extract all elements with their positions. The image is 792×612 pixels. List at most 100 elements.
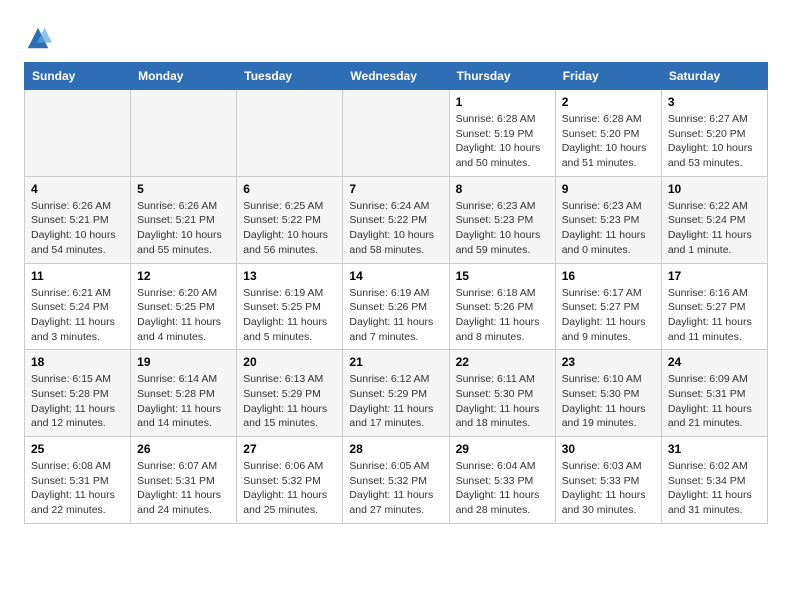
calendar-cell [131, 90, 237, 177]
calendar-cell: 20Sunrise: 6:13 AMSunset: 5:29 PMDayligh… [237, 350, 343, 437]
calendar-cell: 29 Sunrise: 6:04 AMSunset: 5:33 PMDayligh… [449, 437, 555, 524]
header-saturday: Saturday [661, 63, 767, 90]
day-number: 6 [243, 182, 336, 196]
day-info: Sunrise: 6:23 AMSunset: 5:23 PMDaylight:… [562, 199, 655, 258]
calendar-cell: 9 Sunrise: 6:23 AMSunset: 5:23 PMDaylight… [555, 176, 661, 263]
day-info: Sunrise: 6:03 AMSunset: 5:33 PMDaylight:… [562, 459, 655, 518]
day-number: 21 [349, 355, 442, 369]
calendar-cell: 2 Sunrise: 6:28 AMSunset: 5:20 PMDaylight… [555, 90, 661, 177]
calendar-cell: 14 Sunrise: 6:19 AMSunset: 5:26 PMDayligh… [343, 263, 449, 350]
day-info: Sunrise: 6:17 AMSunset: 5:27 PMDaylight:… [562, 286, 655, 345]
day-number: 12 [137, 269, 230, 283]
day-number: 5 [137, 182, 230, 196]
calendar-cell: 18 Sunrise: 6:15 AMSunset: 5:28 PMDayligh… [25, 350, 131, 437]
calendar-cell: 3 Sunrise: 6:27 AMSunset: 5:20 PMDaylight… [661, 90, 767, 177]
calendar-cell: 17Sunrise: 6:16 AMSunset: 5:27 PMDayligh… [661, 263, 767, 350]
day-info: Sunrise: 6:06 AMSunset: 5:32 PMDaylight:… [243, 459, 336, 518]
header-sunday: Sunday [25, 63, 131, 90]
header-thursday: Thursday [449, 63, 555, 90]
calendar-cell: 19 Sunrise: 6:14 AMSunset: 5:28 PMDayligh… [131, 350, 237, 437]
day-info: Sunrise: 6:08 AMSunset: 5:31 PMDaylight:… [31, 459, 124, 518]
day-number: 8 [456, 182, 549, 196]
day-number: 10 [668, 182, 761, 196]
day-number: 27 [243, 442, 336, 456]
calendar-cell: 16 Sunrise: 6:17 AMSunset: 5:27 PMDayligh… [555, 263, 661, 350]
day-info: Sunrise: 6:09 AMSunset: 5:31 PMDaylight:… [668, 372, 761, 431]
day-number: 7 [349, 182, 442, 196]
day-number: 24 [668, 355, 761, 369]
day-info: Sunrise: 6:22 AMSunset: 5:24 PMDaylight:… [668, 199, 761, 258]
calendar-cell: 25 Sunrise: 6:08 AMSunset: 5:31 PMDayligh… [25, 437, 131, 524]
day-info: Sunrise: 6:18 AMSunset: 5:26 PMDaylight:… [456, 286, 549, 345]
calendar-cell [237, 90, 343, 177]
header-tuesday: Tuesday [237, 63, 343, 90]
calendar-cell: 15 Sunrise: 6:18 AMSunset: 5:26 PMDayligh… [449, 263, 555, 350]
calendar-cell: 10 Sunrise: 6:22 AMSunset: 5:24 PMDayligh… [661, 176, 767, 263]
day-number: 16 [562, 269, 655, 283]
day-info: Sunrise: 6:14 AMSunset: 5:28 PMDaylight:… [137, 372, 230, 431]
day-info: Sunrise: 6:28 AMSunset: 5:20 PMDaylight:… [562, 112, 655, 171]
day-number: 31 [668, 442, 761, 456]
day-number: 23 [562, 355, 655, 369]
calendar-cell: 5Sunrise: 6:26 AMSunset: 5:21 PMDaylight… [131, 176, 237, 263]
header-wednesday: Wednesday [343, 63, 449, 90]
calendar-cell: 8Sunrise: 6:23 AMSunset: 5:23 PMDaylight… [449, 176, 555, 263]
calendar-body: 1 Sunrise: 6:28 AMSunset: 5:19 PMDaylight… [25, 90, 768, 524]
calendar-week-3: 18 Sunrise: 6:15 AMSunset: 5:28 PMDayligh… [25, 350, 768, 437]
calendar-cell: 26 Sunrise: 6:07 AMSunset: 5:31 PMDayligh… [131, 437, 237, 524]
day-info: Sunrise: 6:04 AMSunset: 5:33 PMDaylight:… [456, 459, 549, 518]
day-number: 4 [31, 182, 124, 196]
day-number: 19 [137, 355, 230, 369]
day-number: 14 [349, 269, 442, 283]
day-number: 9 [562, 182, 655, 196]
day-info: Sunrise: 6:24 AMSunset: 5:22 PMDaylight:… [349, 199, 442, 258]
day-number: 29 [456, 442, 549, 456]
logo-icon [24, 24, 52, 52]
calendar-cell: 22Sunrise: 6:11 AMSunset: 5:30 PMDayligh… [449, 350, 555, 437]
day-number: 17 [668, 269, 761, 283]
calendar-header: SundayMondayTuesdayWednesdayThursdayFrid… [25, 63, 768, 90]
calendar-cell: 24 Sunrise: 6:09 AMSunset: 5:31 PMDayligh… [661, 350, 767, 437]
calendar-week-1: 4 Sunrise: 6:26 AMSunset: 5:21 PMDaylight… [25, 176, 768, 263]
day-info: Sunrise: 6:28 AMSunset: 5:19 PMDaylight:… [456, 112, 549, 171]
day-number: 30 [562, 442, 655, 456]
day-info: Sunrise: 6:07 AMSunset: 5:31 PMDaylight:… [137, 459, 230, 518]
day-number: 1 [456, 95, 549, 109]
calendar-cell: 13Sunrise: 6:19 AMSunset: 5:25 PMDayligh… [237, 263, 343, 350]
calendar-cell: 30 Sunrise: 6:03 AMSunset: 5:33 PMDayligh… [555, 437, 661, 524]
day-number: 20 [243, 355, 336, 369]
day-number: 15 [456, 269, 549, 283]
calendar-table: SundayMondayTuesdayWednesdayThursdayFrid… [24, 62, 768, 524]
day-info: Sunrise: 6:27 AMSunset: 5:20 PMDaylight:… [668, 112, 761, 171]
header-friday: Friday [555, 63, 661, 90]
calendar-cell: 4 Sunrise: 6:26 AMSunset: 5:21 PMDaylight… [25, 176, 131, 263]
day-info: Sunrise: 6:19 AMSunset: 5:25 PMDaylight:… [243, 286, 336, 345]
calendar-cell: 12 Sunrise: 6:20 AMSunset: 5:25 PMDayligh… [131, 263, 237, 350]
page-header [24, 20, 768, 52]
day-number: 26 [137, 442, 230, 456]
day-number: 18 [31, 355, 124, 369]
day-number: 28 [349, 442, 442, 456]
day-info: Sunrise: 6:15 AMSunset: 5:28 PMDaylight:… [31, 372, 124, 431]
calendar-cell: 6 Sunrise: 6:25 AMSunset: 5:22 PMDaylight… [237, 176, 343, 263]
calendar-cell: 28Sunrise: 6:05 AMSunset: 5:32 PMDayligh… [343, 437, 449, 524]
calendar-week-2: 11Sunrise: 6:21 AMSunset: 5:24 PMDayligh… [25, 263, 768, 350]
day-info: Sunrise: 6:02 AMSunset: 5:34 PMDaylight:… [668, 459, 761, 518]
day-number: 25 [31, 442, 124, 456]
calendar-cell: 1 Sunrise: 6:28 AMSunset: 5:19 PMDaylight… [449, 90, 555, 177]
calendar-week-4: 25 Sunrise: 6:08 AMSunset: 5:31 PMDayligh… [25, 437, 768, 524]
calendar-cell [343, 90, 449, 177]
day-info: Sunrise: 6:11 AMSunset: 5:30 PMDaylight:… [456, 372, 549, 431]
day-number: 3 [668, 95, 761, 109]
day-info: Sunrise: 6:19 AMSunset: 5:26 PMDaylight:… [349, 286, 442, 345]
day-info: Sunrise: 6:20 AMSunset: 5:25 PMDaylight:… [137, 286, 230, 345]
calendar-cell: 27 Sunrise: 6:06 AMSunset: 5:32 PMDayligh… [237, 437, 343, 524]
day-info: Sunrise: 6:26 AMSunset: 5:21 PMDaylight:… [31, 199, 124, 258]
calendar-week-0: 1 Sunrise: 6:28 AMSunset: 5:19 PMDaylight… [25, 90, 768, 177]
calendar-cell: 11Sunrise: 6:21 AMSunset: 5:24 PMDayligh… [25, 263, 131, 350]
calendar-cell [25, 90, 131, 177]
day-number: 2 [562, 95, 655, 109]
calendar-cell: 21Sunrise: 6:12 AMSunset: 5:29 PMDayligh… [343, 350, 449, 437]
day-info: Sunrise: 6:25 AMSunset: 5:22 PMDaylight:… [243, 199, 336, 258]
logo [24, 24, 54, 52]
